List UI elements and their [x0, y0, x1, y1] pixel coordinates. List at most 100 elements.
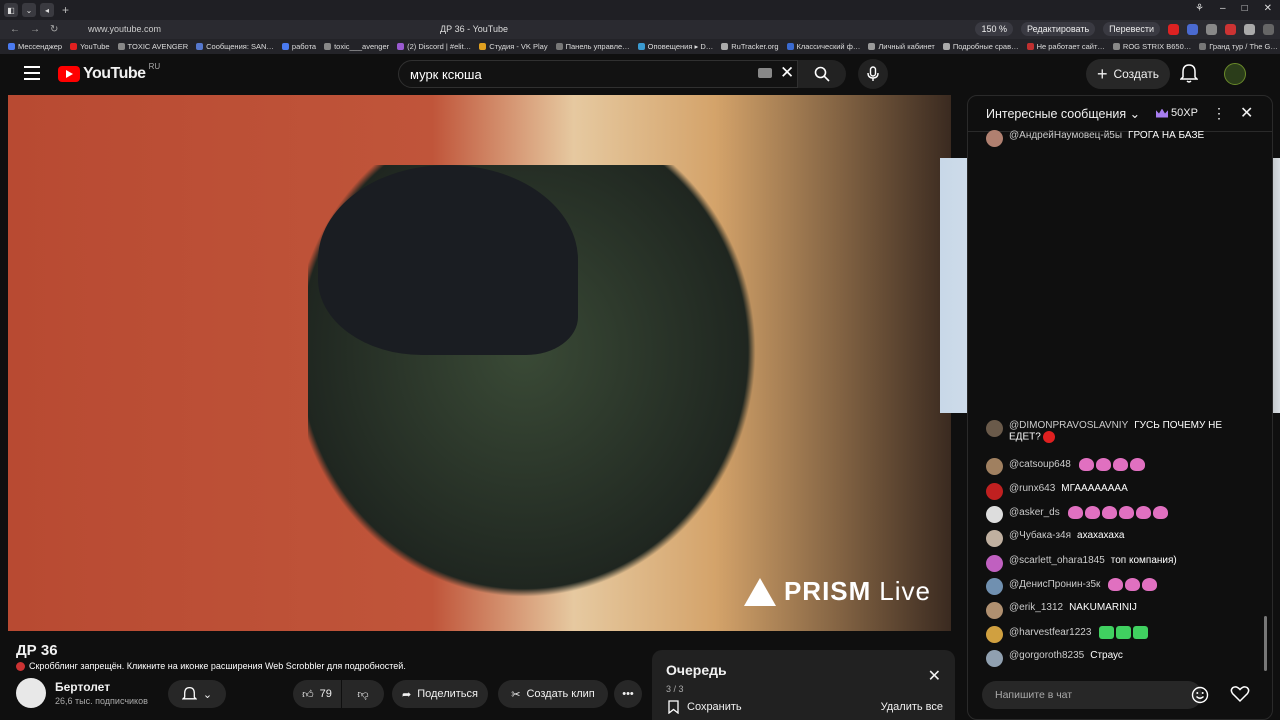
chat-message-body: @harvestfear1223: [1009, 626, 1149, 639]
extension-opera-icon[interactable]: [1168, 23, 1179, 35]
more-actions-button[interactable]: •••: [614, 680, 642, 708]
bookmark-item[interactable]: Подробные срав…: [942, 42, 1019, 51]
minimize-button[interactable]: –: [1220, 3, 1226, 14]
chat-options-icon[interactable]: ⋮: [1212, 105, 1226, 122]
chat-author-name: @erik_1312: [1009, 602, 1064, 613]
bookmark-item[interactable]: работа: [281, 42, 316, 51]
chat-message[interactable]: @harvestfear1223: [986, 626, 1256, 643]
bookmark-item[interactable]: Классический ф…: [786, 42, 860, 51]
xp-badge[interactable]: 50XP: [1156, 107, 1198, 119]
close-window-button[interactable]: ✕: [1264, 3, 1272, 14]
red-circle-emoji-icon: [1042, 431, 1055, 443]
new-tab-button[interactable]: +: [62, 3, 69, 17]
chat-close-icon[interactable]: ✕: [1240, 103, 1253, 123]
url-field[interactable]: www.youtube.com: [88, 24, 161, 34]
dislike-button[interactable]: 👎︎: [342, 680, 384, 708]
bookmark-item[interactable]: Оповещения ▸ D…: [637, 42, 713, 51]
zoom-level[interactable]: 150 %: [975, 22, 1013, 36]
extension-menu-icon[interactable]: [1263, 23, 1274, 35]
extensions-icon[interactable]: ⚘: [1195, 3, 1204, 14]
bookmark-item[interactable]: Панель управле…: [555, 42, 630, 51]
translate-button[interactable]: Перевести: [1103, 22, 1160, 36]
back-icon[interactable]: ←: [10, 24, 20, 35]
account-avatar[interactable]: [1224, 63, 1246, 85]
bookmark-favicon-icon: [1026, 43, 1034, 50]
address-bar-actions: 150 % Редактировать Перевести: [975, 22, 1274, 36]
clear-search-icon[interactable]: ✕: [780, 63, 794, 83]
create-clip-button[interactable]: ✂ Создать клип: [498, 680, 608, 708]
share-button[interactable]: ➦ Поделиться: [392, 680, 488, 708]
create-button[interactable]: + Создать: [1086, 59, 1170, 89]
bookmark-label: Гранд тур / The G…: [1209, 42, 1278, 51]
bookmark-item[interactable]: ROG STRIX B650…: [1112, 42, 1191, 51]
search-button[interactable]: [798, 60, 846, 88]
chat-author-name: @runx643: [1009, 483, 1056, 494]
bookmark-item[interactable]: Не работает сайт…: [1026, 42, 1105, 51]
thumbs-down-icon: 👎︎: [357, 688, 369, 701]
bookmark-item[interactable]: Гранд тур / The G…: [1199, 42, 1278, 51]
prism-suffix: Live: [879, 576, 931, 606]
extension-vk-icon[interactable]: [1187, 23, 1198, 35]
forward-icon[interactable]: →: [30, 24, 40, 35]
extension-red-icon[interactable]: [1225, 23, 1236, 35]
queue-save-button[interactable]: Сохранить: [668, 700, 742, 714]
chat-author-name: @DIMONPRAVOSLAVNIY: [1009, 420, 1129, 431]
chat-message[interactable]: @erik_1312 NAKUMARINIJ: [986, 602, 1256, 619]
chat-scrollbar[interactable]: [1264, 616, 1267, 671]
bookmark-item[interactable]: Сообщения: SAN…: [196, 42, 274, 51]
chat-message[interactable]: @catsoup648: [986, 458, 1256, 475]
channel-avatar[interactable]: [16, 678, 46, 708]
notifications-button[interactable]: [1179, 63, 1199, 88]
bookmark-item[interactable]: TOXIC AVENGER: [117, 42, 188, 51]
channel-name[interactable]: Бертолет: [55, 680, 110, 694]
bookmark-item[interactable]: Личный кабинет: [868, 42, 935, 51]
bookmark-label: Личный кабинет: [878, 42, 935, 51]
chat-input[interactable]: Напишите в чат: [982, 681, 1202, 709]
queue-close-icon[interactable]: ✕: [928, 666, 941, 686]
chat-mode-dropdown[interactable]: Интересные сообщения ⌄: [986, 106, 1140, 121]
menu-icon[interactable]: [24, 66, 40, 80]
heart-button[interactable]: [1230, 685, 1250, 708]
chat-message[interactable]: @gorgoroth8235 Страус: [986, 650, 1256, 667]
maximize-button[interactable]: □: [1242, 3, 1248, 14]
search-input[interactable]: мурк ксюша: [398, 60, 798, 88]
tab-favicon-icon[interactable]: ◂: [40, 3, 54, 17]
chat-message[interactable]: @DIMONPRAVOSLAVNIY ГУСЬ ПОЧЕМУ НЕ ЕДЕТ?: [986, 420, 1256, 443]
keyboard-icon[interactable]: [758, 68, 772, 78]
clip-label: Создать клип: [526, 688, 595, 700]
bookmark-item[interactable]: Студия - VK Play: [479, 42, 548, 51]
like-button[interactable]: 👍︎ 79: [293, 680, 341, 708]
chat-message[interactable]: @asker_ds: [986, 506, 1256, 523]
bookmark-item[interactable]: toxic___avenger: [324, 42, 389, 51]
browser-menu-icon[interactable]: ◧: [4, 3, 18, 17]
reload-icon[interactable]: ↻: [50, 24, 58, 35]
bookmark-item[interactable]: (2) Discord | #elit…: [397, 42, 471, 51]
heart-icon: [1230, 686, 1250, 703]
video-frame-cap: [318, 165, 578, 355]
video-player[interactable]: PRISM Live: [8, 95, 951, 631]
extension-generic-icon[interactable]: [1206, 23, 1217, 35]
chat-author-avatar: [986, 483, 1003, 500]
bookmark-favicon-icon: [555, 43, 563, 50]
chat-author-avatar: [986, 458, 1003, 475]
bookmark-favicon-icon: [196, 43, 204, 50]
edit-button[interactable]: Редактировать: [1021, 22, 1096, 36]
chat-message[interactable]: @scarlett_ohara1845 топ компания): [986, 555, 1256, 572]
bookmark-item[interactable]: YouTube: [70, 42, 110, 51]
bookmark-item[interactable]: Мессенджер: [8, 42, 62, 51]
chat-message[interactable]: @ДенисПронин-з5к: [986, 578, 1256, 595]
chat-message[interactable]: @runx643 МГАААААААА: [986, 483, 1256, 500]
chat-message[interactable]: @АндрейНаумовец-й5ы ГРОГА НА БАЗЕ: [986, 130, 1256, 147]
subscription-bell-button[interactable]: ⌄: [168, 680, 226, 708]
voice-search-button[interactable]: [858, 59, 888, 89]
youtube-logo[interactable]: YouTube RU: [58, 62, 160, 83]
bookmark-item[interactable]: RuTracker.org: [721, 42, 779, 51]
tab-list-icon[interactable]: ⌄: [22, 3, 36, 17]
emoji-button[interactable]: [1191, 686, 1209, 709]
chat-message[interactable]: @Чубака-з4я ахахахаха: [986, 530, 1256, 547]
extension-puzzle-icon[interactable]: [1244, 23, 1255, 35]
chat-message-text: NAKUMARINIJ: [1069, 602, 1137, 613]
chat-message-body: @runx643 МГАААААААА: [1009, 483, 1128, 494]
chat-emote-icon: [1084, 506, 1100, 519]
queue-delete-all-button[interactable]: Удалить все: [881, 701, 943, 713]
